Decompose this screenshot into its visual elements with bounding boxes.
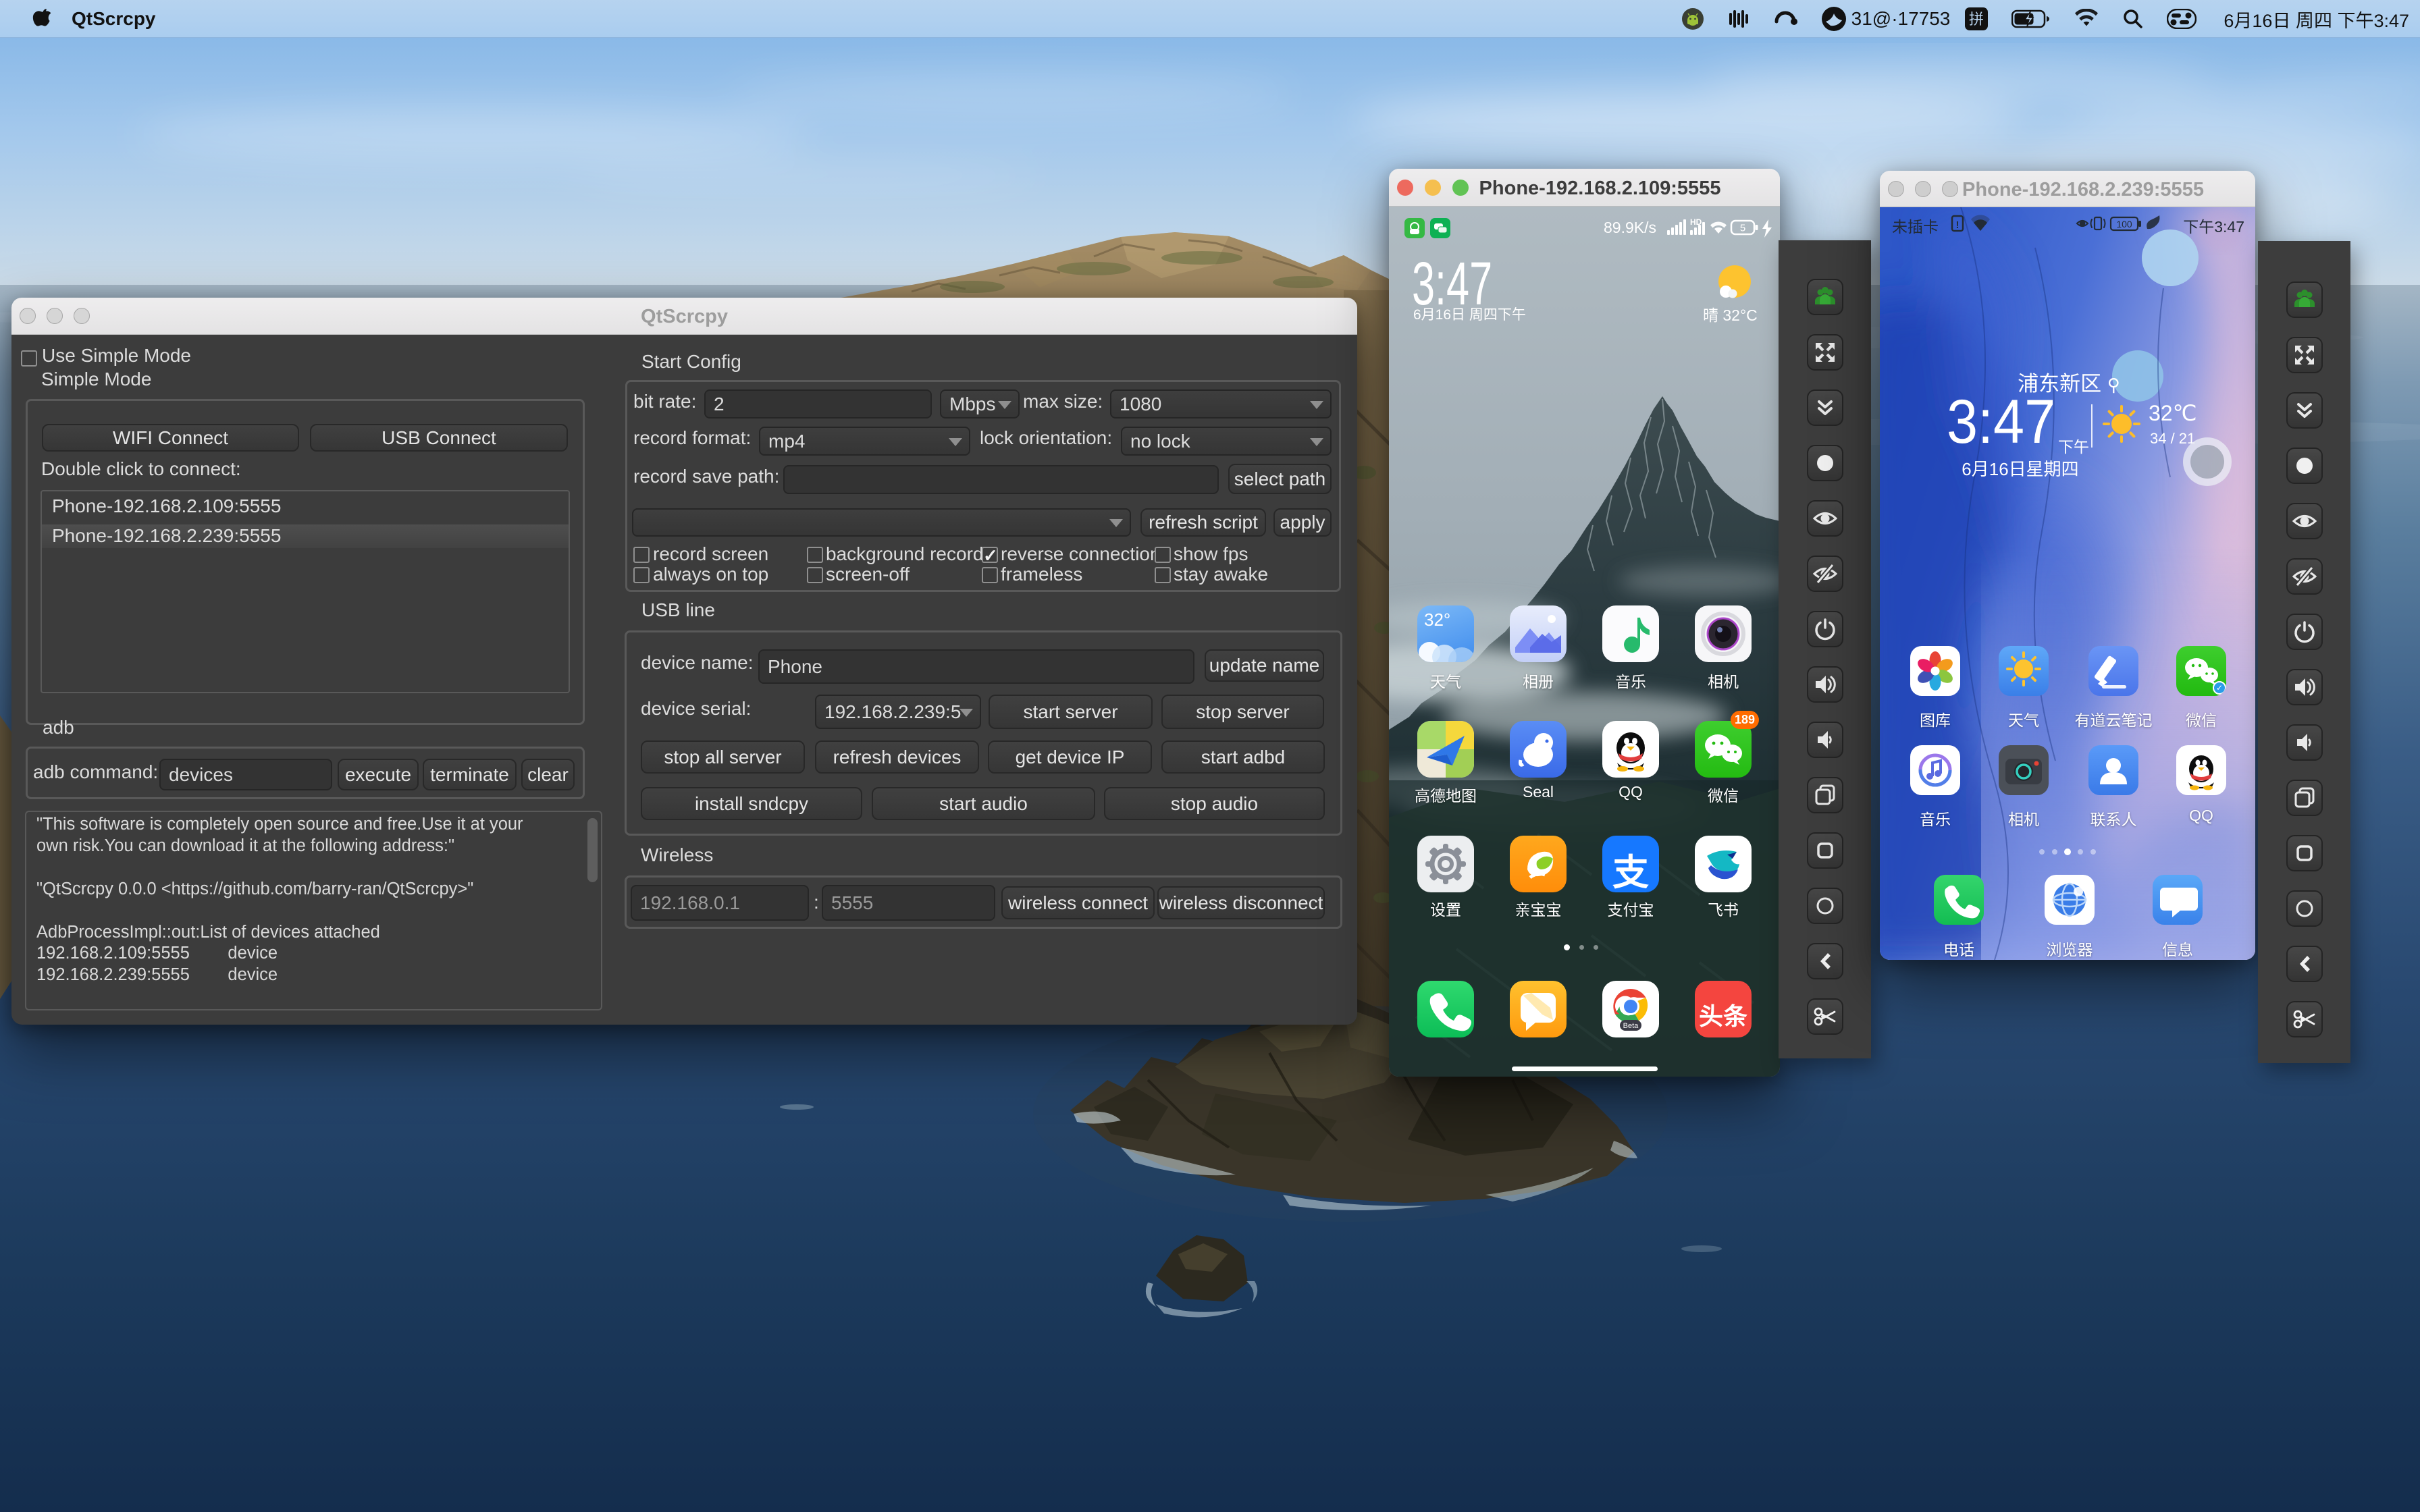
svg-text:Beta: Beta	[1623, 1022, 1639, 1030]
svg-text:100: 100	[2116, 219, 2132, 230]
svg-text:!: !	[1956, 219, 1959, 231]
svg-text:5: 5	[1740, 223, 1745, 234]
svg-text:拼: 拼	[1969, 11, 1984, 28]
